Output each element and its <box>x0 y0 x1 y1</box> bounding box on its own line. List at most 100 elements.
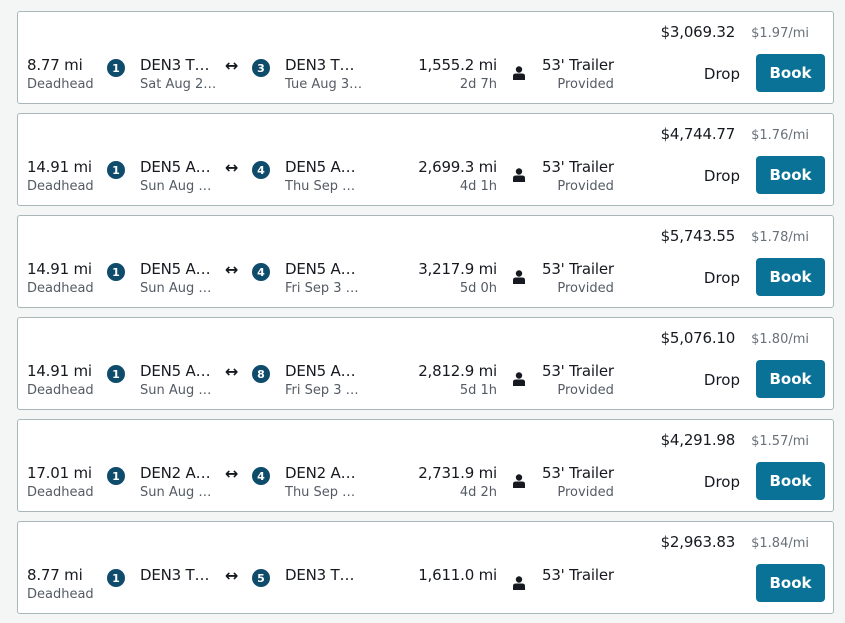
price-row: $3,069.32 $1.97/mi <box>661 23 809 41</box>
trailer-status: Provided <box>557 77 614 92</box>
round-trip-arrow-icon: ↔ <box>225 362 239 381</box>
origin-name: DEN5 A… <box>140 362 211 380</box>
trailer-status: Provided <box>557 179 614 194</box>
dest-name: DEN5 A… <box>285 158 356 176</box>
book-button[interactable]: Book <box>756 156 825 194</box>
trailer-status: Provided <box>557 383 614 398</box>
dest-date: Thu Sep … <box>285 485 356 500</box>
origin: DEN5 A… Sun Aug … <box>140 362 211 398</box>
book-button[interactable]: Book <box>756 462 825 500</box>
origin: DEN5 A… Sun Aug … <box>140 158 211 194</box>
load-price: $2,963.83 <box>660 533 736 551</box>
dest-name: DEN3 T… <box>285 56 355 74</box>
origin: DEN5 A… Sun Aug … <box>140 260 211 296</box>
book-button[interactable]: Book <box>756 258 825 296</box>
deadhead: 8.77 mi Deadhead <box>27 566 94 602</box>
load-type: Drop <box>703 371 740 389</box>
load-card[interactable]: $4,744.77 $1.76/mi 14.91 mi Deadhead 1 D… <box>17 113 834 206</box>
trip-distance: 1,611.0 mi <box>418 566 497 587</box>
book-button[interactable]: Book <box>756 54 825 92</box>
trip-distance: 2,699.3 mi 4d 1h <box>418 158 497 194</box>
price-row: $5,743.55 $1.78/mi <box>661 227 809 245</box>
dest-stop-badge: 4 <box>252 467 270 485</box>
book-button[interactable]: Book <box>756 564 825 602</box>
load-card[interactable]: $4,291.98 $1.57/mi 17.01 mi Deadhead 1 D… <box>17 419 834 512</box>
origin-date: Sun Aug … <box>140 485 212 500</box>
round-trip-arrow-icon: ↔ <box>225 464 239 483</box>
load-card[interactable]: $5,076.10 $1.80/mi 14.91 mi Deadhead 1 D… <box>17 317 834 410</box>
deadhead-distance: 14.91 mi <box>27 362 92 380</box>
person-icon <box>513 66 525 80</box>
dest-name: DEN2 A… <box>285 464 356 482</box>
origin-name: DEN2 A… <box>140 464 211 482</box>
origin-stop-badge: 1 <box>107 365 125 383</box>
load-price: $5,076.10 <box>660 329 736 347</box>
origin-date: Sun Aug … <box>140 179 212 194</box>
total-distance: 2,699.3 mi <box>418 158 497 176</box>
total-distance: 3,217.9 mi <box>418 260 497 278</box>
destination: DEN5 A… Fri Sep 3 … <box>285 260 359 296</box>
deadhead-distance: 17.01 mi <box>27 464 92 482</box>
trailer-type: 53' Trailer <box>542 260 614 278</box>
origin-date: Sun Aug … <box>140 281 212 296</box>
equipment: 53' Trailer Provided <box>542 362 614 398</box>
load-type: Drop <box>703 65 740 83</box>
dest-stop-badge: 5 <box>252 569 270 587</box>
price-row: $5,076.10 $1.80/mi <box>661 329 809 347</box>
origin-name: DEN5 A… <box>140 158 211 176</box>
trailer-type: 53' Trailer <box>542 464 614 482</box>
trailer-type: 53' Trailer <box>542 362 614 380</box>
load-card[interactable]: $3,069.32 $1.97/mi 8.77 mi Deadhead 1 DE… <box>17 11 834 104</box>
trip-duration: 2d 7h <box>459 77 497 92</box>
deadhead-label: Deadhead <box>27 77 94 92</box>
load-type: Drop <box>703 167 740 185</box>
person-icon <box>513 474 525 488</box>
deadhead: 14.91 mi Deadhead <box>27 260 94 296</box>
equipment: 53' Trailer Provided <box>542 464 614 500</box>
load-card[interactable]: $2,963.83 $1.84/mi 8.77 mi Deadhead 1 DE… <box>17 521 834 614</box>
total-distance: 1,555.2 mi <box>418 56 497 74</box>
person-icon <box>513 372 525 386</box>
trailer-type: 53' Trailer <box>542 158 614 176</box>
round-trip-arrow-icon: ↔ <box>225 56 239 75</box>
deadhead: 14.91 mi Deadhead <box>27 158 94 194</box>
equipment: 53' Trailer Provided <box>542 158 614 194</box>
deadhead-distance: 14.91 mi <box>27 260 92 278</box>
round-trip-arrow-icon: ↔ <box>225 566 239 585</box>
trip-distance: 2,731.9 mi 4d 2h <box>418 464 497 500</box>
load-price: $5,743.55 <box>660 227 736 245</box>
dest-name: DEN5 A… <box>285 260 356 278</box>
destination: DEN5 A… Thu Sep … <box>285 158 356 194</box>
origin: DEN3 T… Sat Aug 2… <box>140 56 216 92</box>
load-type: Drop <box>703 269 740 287</box>
origin-date: Sat Aug 2… <box>140 77 217 92</box>
person-icon <box>513 270 525 284</box>
person-icon <box>513 168 525 182</box>
round-trip-arrow-icon: ↔ <box>225 158 239 177</box>
round-trip-arrow-icon: ↔ <box>225 260 239 279</box>
origin-name: DEN3 T… <box>140 566 210 584</box>
origin-name: DEN3 T… <box>140 56 210 74</box>
origin-name: DEN5 A… <box>140 260 211 278</box>
trailer-type: 53' Trailer <box>542 56 614 74</box>
dest-name: DEN5 A… <box>285 362 356 380</box>
trip-duration: 5d 0h <box>459 281 497 296</box>
origin: DEN2 A… Sun Aug … <box>140 464 211 500</box>
deadhead-distance: 8.77 mi <box>27 56 83 74</box>
rate-per-mile: $1.80/mi <box>751 332 809 347</box>
rate-per-mile: $1.84/mi <box>751 536 809 551</box>
book-button[interactable]: Book <box>756 360 825 398</box>
deadhead-distance: 14.91 mi <box>27 158 92 176</box>
trip-distance: 2,812.9 mi 5d 1h <box>418 362 497 398</box>
total-distance: 2,731.9 mi <box>418 464 497 482</box>
equipment: 53' Trailer Provided <box>542 56 614 92</box>
load-card[interactable]: $5,743.55 $1.78/mi 14.91 mi Deadhead 1 D… <box>17 215 834 308</box>
dest-stop-badge: 4 <box>252 263 270 281</box>
origin-stop-badge: 1 <box>107 569 125 587</box>
deadhead: 8.77 mi Deadhead <box>27 56 94 92</box>
deadhead-distance: 8.77 mi <box>27 566 83 584</box>
price-row: $4,744.77 $1.76/mi <box>661 125 809 143</box>
load-type: Drop <box>703 473 740 491</box>
deadhead-label: Deadhead <box>27 281 94 296</box>
trailer-status: Provided <box>557 281 614 296</box>
